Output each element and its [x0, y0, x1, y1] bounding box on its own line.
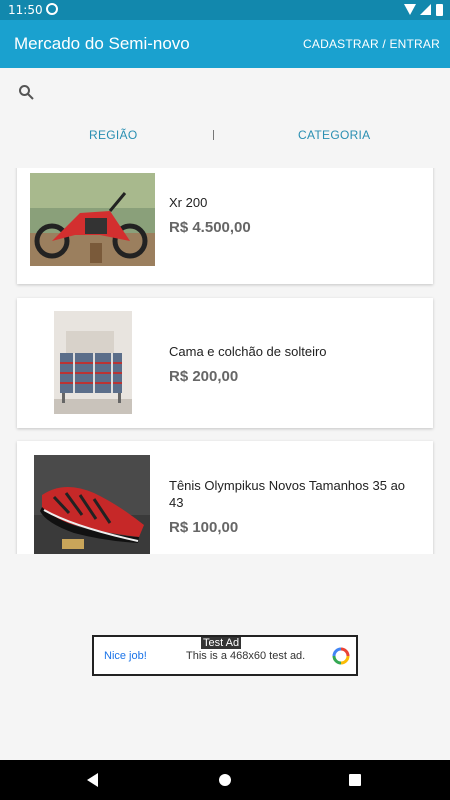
- listing-card[interactable]: Cama e colchão de solteiro R$ 200,00: [17, 298, 433, 428]
- sync-icon: [46, 3, 58, 15]
- listing-list[interactable]: Xr 200 R$ 4.500,00 Cama e colchão de sol…: [0, 168, 450, 554]
- signal-icon: [420, 4, 431, 15]
- home-icon[interactable]: [219, 774, 231, 786]
- filter-divider: [213, 130, 214, 140]
- app-bar: Mercado do Semi-novo CADASTRAR / ENTRAR: [0, 20, 450, 68]
- status-time: 11:50: [8, 3, 43, 17]
- ad-choices-icon[interactable]: [332, 647, 350, 665]
- region-filter-button[interactable]: REGIÃO: [89, 128, 137, 142]
- listing-title: Xr 200: [169, 195, 208, 210]
- ad-label: Test Ad: [201, 637, 242, 649]
- register-login-button[interactable]: CADASTRAR / ENTRAR: [303, 37, 440, 51]
- listing-price: R$ 4.500,00: [169, 219, 251, 236]
- listing-title: Cama e colchão de solteiro: [169, 344, 327, 359]
- wifi-icon: [404, 4, 416, 15]
- recents-icon[interactable]: [349, 774, 361, 786]
- search-row: [0, 68, 450, 118]
- filter-row: [0, 118, 450, 158]
- search-icon[interactable]: [18, 84, 34, 100]
- category-filter-button[interactable]: CATEGORIA: [298, 128, 371, 142]
- ad-nice-text: Nice job!: [104, 650, 147, 662]
- listing-card[interactable]: Tênis Olympikus Novos Tamanhos 35 ao 43 …: [17, 441, 433, 554]
- motorcycle-image: [30, 173, 155, 266]
- sneaker-image: [34, 455, 150, 554]
- listing-card[interactable]: Xr 200 R$ 4.500,00: [17, 168, 433, 284]
- bed-image: [54, 311, 132, 414]
- listing-price: R$ 200,00: [169, 368, 239, 385]
- status-bar: 11:50: [0, 0, 450, 20]
- back-icon[interactable]: [87, 773, 98, 787]
- ad-body-text: This is a 468x60 test ad.: [186, 650, 306, 662]
- battery-icon: [436, 4, 443, 16]
- listing-price: R$ 100,00: [169, 519, 239, 536]
- listing-title: Tênis Olympikus Novos Tamanhos 35 ao 43: [169, 478, 406, 510]
- app-title: Mercado do Semi-novo: [14, 34, 190, 53]
